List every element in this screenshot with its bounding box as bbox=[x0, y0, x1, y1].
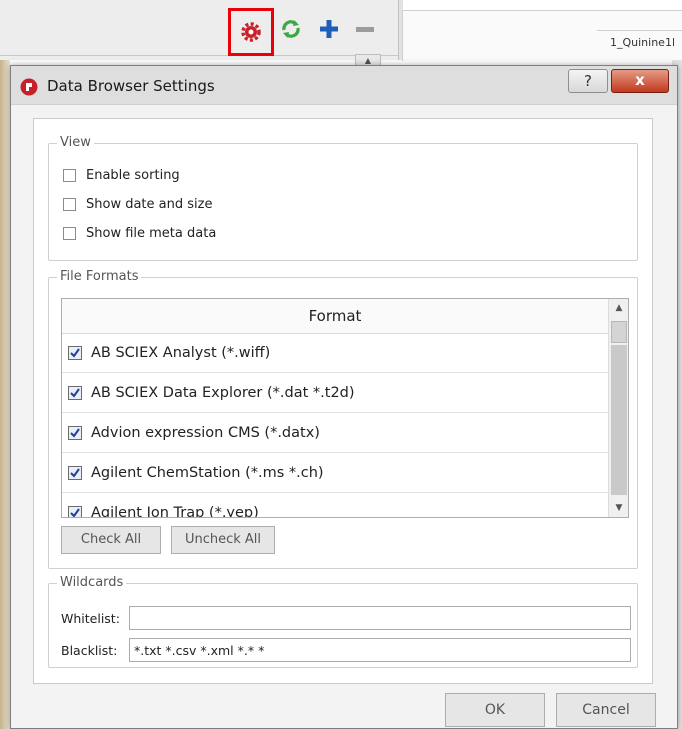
show-date-size-checkbox[interactable]: Show date and size bbox=[63, 197, 212, 212]
list-item[interactable]: AB SCIEX Data Explorer (*.dat *.t2d) bbox=[62, 373, 608, 413]
wildcards-group-title: Wildcards bbox=[57, 575, 127, 590]
help-button[interactable]: ? bbox=[568, 69, 608, 93]
wildcards-group: Wildcards Whitelist: Blacklist: bbox=[48, 575, 638, 668]
list-item[interactable]: AB SCIEX Analyst (*.wiff) bbox=[62, 333, 608, 373]
format-label: Agilent Ion Trap (*.yep) bbox=[91, 504, 259, 518]
format-label: AB SCIEX Data Explorer (*.dat *.t2d) bbox=[91, 384, 355, 401]
settings-button[interactable] bbox=[228, 8, 274, 56]
blacklist-label: Blacklist: bbox=[61, 643, 118, 658]
whitelist-input[interactable] bbox=[129, 606, 631, 630]
uncheck-all-button[interactable]: Uncheck All bbox=[171, 526, 275, 554]
checkbox-label: Enable sorting bbox=[86, 168, 180, 183]
close-button[interactable]: x bbox=[611, 69, 669, 93]
list-item[interactable]: Agilent Ion Trap (*.yep) bbox=[62, 493, 608, 518]
checkbox-box[interactable] bbox=[63, 227, 76, 240]
column-header-rule bbox=[597, 30, 682, 31]
refresh-icon bbox=[282, 20, 300, 38]
show-file-meta-checkbox[interactable]: Show file meta data bbox=[63, 226, 216, 241]
format-label: AB SCIEX Analyst (*.wiff) bbox=[91, 344, 271, 361]
checkbox-checked[interactable] bbox=[68, 505, 82, 517]
checkmark-icon bbox=[70, 387, 80, 398]
checkmark-icon bbox=[70, 467, 80, 478]
file-formats-group-title: File Formats bbox=[57, 269, 142, 284]
format-label: Advion expression CMS (*.datx) bbox=[91, 424, 320, 441]
checkbox-label: Show date and size bbox=[86, 197, 213, 212]
checkmark-icon bbox=[70, 347, 80, 358]
format-column-header[interactable]: Format bbox=[62, 299, 608, 334]
formats-scrollbar[interactable]: ▲ ▼ bbox=[608, 299, 628, 517]
checkmark-icon bbox=[70, 507, 80, 517]
ok-button[interactable]: OK bbox=[445, 693, 545, 727]
checkbox-box[interactable] bbox=[63, 169, 76, 182]
checkbox-checked[interactable] bbox=[68, 345, 82, 360]
scroll-up-arrow-icon[interactable]: ▲ bbox=[609, 299, 628, 317]
list-item[interactable]: Advion expression CMS (*.datx) bbox=[62, 413, 608, 453]
background-edge-left bbox=[0, 60, 10, 729]
view-group-title: View bbox=[57, 135, 94, 150]
checkbox-box[interactable] bbox=[63, 198, 76, 211]
dialog-body: View Enable sorting Show date and size S… bbox=[33, 118, 653, 684]
dialog-titlebar[interactable]: Data Browser Settings ? x bbox=[11, 66, 677, 105]
format-label: Agilent ChemStation (*.ms *.ch) bbox=[91, 464, 324, 481]
refresh-button[interactable] bbox=[280, 18, 302, 40]
checkmark-icon bbox=[70, 427, 80, 438]
enable-sorting-checkbox[interactable]: Enable sorting bbox=[63, 168, 180, 183]
minus-icon bbox=[356, 27, 374, 32]
checkbox-checked[interactable] bbox=[68, 425, 82, 440]
app-logo-icon bbox=[20, 78, 38, 96]
gear-icon bbox=[241, 22, 261, 42]
settings-dialog: Data Browser Settings ? x View Enable so… bbox=[10, 65, 678, 729]
list-item[interactable]: Agilent ChemStation (*.ms *.ch) bbox=[62, 453, 608, 493]
dialog-title: Data Browser Settings bbox=[47, 77, 215, 95]
remove-button[interactable] bbox=[353, 18, 377, 40]
scroll-thumb[interactable] bbox=[611, 321, 627, 343]
column-header-label: 1_Quinine1l bbox=[610, 36, 676, 49]
checkbox-checked[interactable] bbox=[68, 385, 82, 400]
whitelist-label: Whitelist: bbox=[61, 611, 120, 626]
checkbox-label: Show file meta data bbox=[86, 226, 217, 241]
view-group: View Enable sorting Show date and size S… bbox=[48, 135, 638, 261]
scroll-track[interactable] bbox=[611, 345, 627, 495]
cancel-button[interactable]: Cancel bbox=[556, 693, 656, 727]
scroll-down-arrow-icon[interactable]: ▼ bbox=[609, 499, 628, 517]
plus-icon bbox=[320, 20, 338, 38]
check-all-button[interactable]: Check All bbox=[61, 526, 161, 554]
blacklist-input[interactable] bbox=[129, 638, 631, 662]
background-divider-line bbox=[0, 55, 398, 56]
checkbox-checked[interactable] bbox=[68, 465, 82, 480]
add-button[interactable] bbox=[318, 18, 340, 40]
file-formats-group: File Formats Format AB SCIEX Analyst (*.… bbox=[48, 269, 638, 569]
formats-list[interactable]: Format AB SCIEX Analyst (*.wiff) AB SCIE… bbox=[61, 298, 629, 518]
